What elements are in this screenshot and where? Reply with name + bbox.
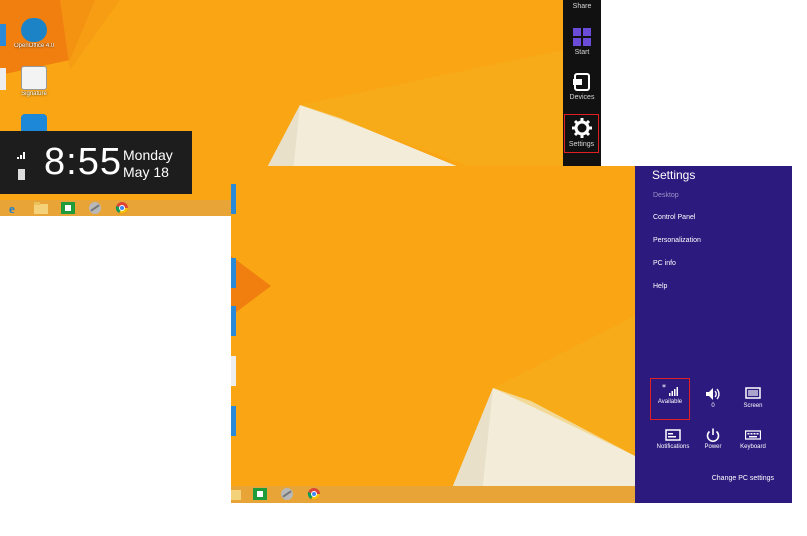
gear-icon: [571, 118, 592, 138]
file-explorer-icon[interactable]: [33, 201, 49, 215]
quick-setting-volume[interactable]: 0: [693, 387, 733, 409]
composite-screenshot: OpenOffice 4.0.0 Signature 8:55 Monday M…: [0, 0, 807, 536]
openoffice-icon: [21, 18, 47, 42]
chrome-icon[interactable]: [114, 201, 130, 215]
power-icon: [706, 428, 720, 442]
partial-desktop-icon[interactable]: [231, 306, 236, 336]
desktop-icon-signature[interactable]: Signature: [14, 66, 54, 98]
charm-label: Share: [572, 3, 592, 10]
settings-pane-title: Settings: [652, 168, 696, 182]
quick-setting-notifications[interactable]: Notifications: [653, 428, 693, 450]
quick-setting-power[interactable]: Power: [693, 428, 733, 450]
signal-icon: [17, 152, 25, 159]
partial-desktop-icon[interactable]: [0, 24, 6, 46]
quick-setting-label: Notifications: [656, 444, 690, 450]
desktop-icon-label: Signature: [21, 91, 47, 97]
quick-setting-network[interactable]: * Available: [650, 378, 690, 420]
change-pc-settings-link[interactable]: Change PC settings: [712, 475, 774, 482]
charm-settings[interactable]: Settings: [564, 114, 599, 153]
store-icon[interactable]: [60, 201, 76, 215]
desktop-icon-strip: [231, 166, 237, 503]
charm-label: Settings: [568, 141, 595, 148]
store-icon[interactable]: [252, 487, 268, 501]
settings-pane: Settings Desktop Control Panel Personali…: [635, 166, 792, 503]
settings-pane-screenshot: Settings Desktop Control Panel Personali…: [231, 166, 792, 503]
svg-text:e: e: [9, 201, 15, 215]
volume-icon: [706, 388, 720, 400]
partial-desktop-icon[interactable]: [231, 184, 236, 214]
charm-label: Start: [574, 49, 590, 56]
quick-setting-label: Power: [704, 444, 722, 450]
taskbar: [231, 486, 635, 503]
settings-link-help[interactable]: Help: [653, 283, 667, 290]
quick-setting-label: 0: [711, 403, 715, 409]
notifications-icon: [665, 429, 681, 441]
settings-link-desktop: Desktop: [653, 192, 679, 199]
tool-icon[interactable]: [87, 201, 103, 215]
windows-logo-icon: [573, 28, 591, 46]
partial-desktop-icon[interactable]: [231, 258, 236, 288]
devices-icon: [573, 73, 590, 91]
wifi-available-icon: *: [662, 383, 678, 396]
lock-clock-overlay: 8:55 Monday May 18: [0, 131, 192, 194]
screen-icon: [745, 387, 761, 399]
wallpaper-graphic: [231, 166, 635, 503]
clock-day: Monday: [123, 147, 173, 163]
charm-start[interactable]: Start: [563, 28, 601, 56]
file-explorer-icon[interactable]: [231, 487, 247, 501]
clock-time: 8:55: [44, 141, 122, 183]
desktop-icon-openoffice[interactable]: OpenOffice 4.0.0: [14, 18, 54, 50]
settings-link-personalization[interactable]: Personalization: [653, 237, 701, 244]
partial-desktop-icon[interactable]: [231, 406, 236, 436]
charm-devices[interactable]: Devices: [563, 73, 601, 101]
clock-date: May 18: [123, 164, 169, 180]
chrome-icon[interactable]: [306, 487, 322, 501]
desktop-icon-label: OpenOffice 4.0.0: [14, 43, 54, 49]
partial-desktop-icon[interactable]: [231, 356, 236, 386]
partial-desktop-icon[interactable]: [0, 68, 6, 90]
keyboard-icon: [745, 430, 761, 440]
signature-icon: [21, 66, 47, 90]
quick-setting-label: Screen: [743, 403, 763, 409]
settings-link-control-panel[interactable]: Control Panel: [653, 214, 695, 221]
charm-share[interactable]: Share: [563, 3, 601, 10]
charm-label: Devices: [569, 94, 595, 101]
tool-icon[interactable]: [279, 487, 295, 501]
settings-link-pc-info[interactable]: PC info: [653, 260, 676, 267]
svg-text:*: *: [662, 383, 666, 392]
quick-setting-screen[interactable]: Screen: [733, 387, 773, 409]
quick-setting-label: Available: [657, 399, 683, 405]
quick-setting-label: Keyboard: [740, 444, 766, 450]
quick-setting-keyboard[interactable]: Keyboard: [733, 428, 773, 450]
desktop-wallpaper: [231, 166, 635, 503]
internet-explorer-icon[interactable]: e: [6, 201, 22, 216]
charms-bar: Share Start Devices Settings: [563, 0, 601, 166]
battery-icon: [18, 169, 25, 180]
